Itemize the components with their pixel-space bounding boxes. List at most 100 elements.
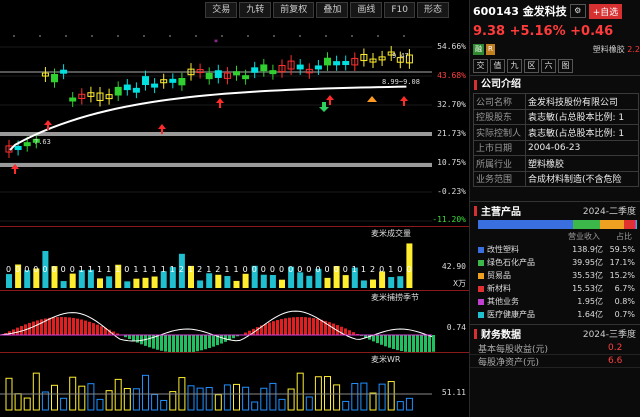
quick-button[interactable]: 值 <box>490 59 505 73</box>
axis-label: -0.23% <box>437 187 466 196</box>
svg-text:0: 0 <box>252 265 257 274</box>
info-key: 业务范围 <box>473 170 526 187</box>
axis-label: 21.73% <box>437 129 466 138</box>
axis-label: 43.68% <box>437 71 466 80</box>
svg-text:1: 1 <box>143 265 148 274</box>
quick-button[interactable]: 六 <box>541 59 556 73</box>
svg-text:0: 0 <box>297 265 302 274</box>
svg-text:2: 2 <box>215 265 220 274</box>
info-key: 上市日期 <box>473 139 526 156</box>
axis-label: 32.70% <box>437 100 466 109</box>
products-period-select[interactable]: 2024-二季度 <box>583 204 640 217</box>
wr-axis-value: 51.11 <box>441 388 466 397</box>
svg-text:0: 0 <box>315 265 320 274</box>
finance-row: 基本每股收益(元) 0.2 <box>470 342 640 355</box>
product-row: 绿色石化产品 39.95亿 17.1% <box>470 256 640 269</box>
chart-area[interactable]: 交易 九转 前复权 叠加 画线 F10 形态 * 0 0 0 0 0 0 0 0 1 1 1 1 1 0 1 1… <box>0 0 469 417</box>
svg-text:1: 1 <box>206 265 211 274</box>
season-panel-title: 麦米捕捞季节 <box>371 293 419 302</box>
add-watchlist-button[interactable]: +自选 <box>588 3 623 19</box>
svg-text:0: 0 <box>124 265 129 274</box>
svg-text:2: 2 <box>197 265 202 274</box>
svg-text:0: 0 <box>325 265 330 274</box>
quick-button[interactable]: 图 <box>558 59 573 73</box>
finance-period-select[interactable]: 2024-三季度 <box>583 327 640 340</box>
svg-text:1: 1 <box>79 265 84 274</box>
svg-text:1: 1 <box>152 265 157 274</box>
info-value: 袁志敏(占总股本比例: 1 <box>525 124 639 141</box>
product-row: 新材料 15.53亿 6.7% <box>470 282 640 295</box>
col-revenue: 营业收入 <box>568 232 600 241</box>
company-info-table: 公司名称 金发科技股份有限公司 控股股东 袁志敏(占总股本比例: 1 实际控制人 袁志… <box>473 93 639 187</box>
svg-text:0: 0 <box>24 265 29 274</box>
quick-button[interactable]: 九 <box>507 59 522 73</box>
svg-text:1: 1 <box>224 265 229 274</box>
stock-info-panel: 600143 金发科技 ⚙ +自选 9.38 +5.16% +0.46 融 R … <box>469 0 640 417</box>
wr-panel-title: 麦米WR <box>371 355 401 364</box>
change-percent: +5.16% <box>509 24 566 39</box>
quick-buttons: 交 值 九 区 六 图 <box>470 59 640 75</box>
range-price-label: 8.99~9.08 <box>382 78 420 86</box>
svg-text:0: 0 <box>70 265 75 274</box>
revenue-share-bar <box>478 220 637 229</box>
info-value: 袁志敏(占总股本比例: 1 <box>525 108 639 125</box>
info-key: 实际控制人 <box>473 124 526 141</box>
volume-axis-value: 42.90 <box>441 262 466 271</box>
volume-unit: X万 <box>453 279 466 288</box>
svg-text:1: 1 <box>361 265 366 274</box>
svg-text:0: 0 <box>243 265 248 274</box>
product-row: 贸易品 35.53亿 15.2% <box>470 269 640 282</box>
change-value: +0.46 <box>570 24 614 39</box>
svg-text:0: 0 <box>6 265 11 274</box>
quick-button[interactable]: 交 <box>473 59 488 73</box>
sector-info[interactable]: 塑料橡胶 2.2 <box>593 44 640 55</box>
finance-row: 每股净资产(元) 6.6 <box>470 355 640 368</box>
tag-row: 融 R 塑料橡胶 2.2 <box>470 42 640 56</box>
low-price-label: 7.63 <box>34 138 51 146</box>
info-value: 金发科技股份有限公司 <box>525 93 639 110</box>
svg-text:0: 0 <box>306 265 311 274</box>
svg-text:0: 0 <box>261 265 266 274</box>
quick-button[interactable]: 区 <box>524 59 539 73</box>
svg-text:0: 0 <box>334 265 339 274</box>
info-value: 2004-06-23 <box>525 139 639 156</box>
svg-text:0: 0 <box>406 265 411 274</box>
product-row: 医疗健康产品 1.64亿 0.7% <box>470 308 640 321</box>
svg-text:0: 0 <box>288 265 293 274</box>
svg-text:0: 0 <box>42 265 47 274</box>
svg-text:0: 0 <box>279 265 284 274</box>
svg-text:0: 0 <box>52 265 57 274</box>
sector-name: 塑料橡胶 <box>592 44 625 54</box>
svg-text:2: 2 <box>179 265 184 274</box>
svg-text:0: 0 <box>15 265 20 274</box>
svg-text:0: 0 <box>270 265 275 274</box>
info-key: 所属行业 <box>473 155 526 172</box>
product-row: 改性塑料 138.9亿 59.5% <box>470 243 640 256</box>
product-row: 其他业务 1.95亿 0.8% <box>470 295 640 308</box>
bell-icon[interactable]: ⚙ <box>569 4 586 18</box>
svg-text:1: 1 <box>234 265 239 274</box>
svg-text:1: 1 <box>88 265 93 274</box>
axis-label: 54.66% <box>437 42 466 51</box>
company-section-title: 公司介绍 <box>470 75 640 93</box>
panel-divider <box>0 352 469 353</box>
svg-text:1: 1 <box>388 265 393 274</box>
svg-text:1: 1 <box>133 265 138 274</box>
axis-label: -11.20% <box>432 215 466 224</box>
sector-value: 2.2 <box>627 44 640 54</box>
margin-tag: 融 <box>473 43 484 55</box>
r-tag: R <box>486 43 495 55</box>
svg-text:2: 2 <box>370 265 375 274</box>
current-price: 9.38 <box>473 24 506 39</box>
finance-section-title: 财务数据 2024-三季度 <box>470 324 640 342</box>
price-row: 9.38 +5.16% +0.46 <box>470 22 640 42</box>
info-key: 公司名称 <box>473 93 526 110</box>
axis-label: 10.75% <box>437 158 466 167</box>
svg-text:0: 0 <box>61 265 66 274</box>
stock-code-name: 600143 金发科技 <box>473 5 567 18</box>
info-value: 合成材料制造(不含危险 <box>525 170 639 187</box>
volume-panel-title: 麦米成交量 <box>371 229 411 238</box>
products-header: 营业收入 占比 <box>470 231 640 243</box>
svg-text:0: 0 <box>33 265 38 274</box>
svg-text:0: 0 <box>397 265 402 274</box>
